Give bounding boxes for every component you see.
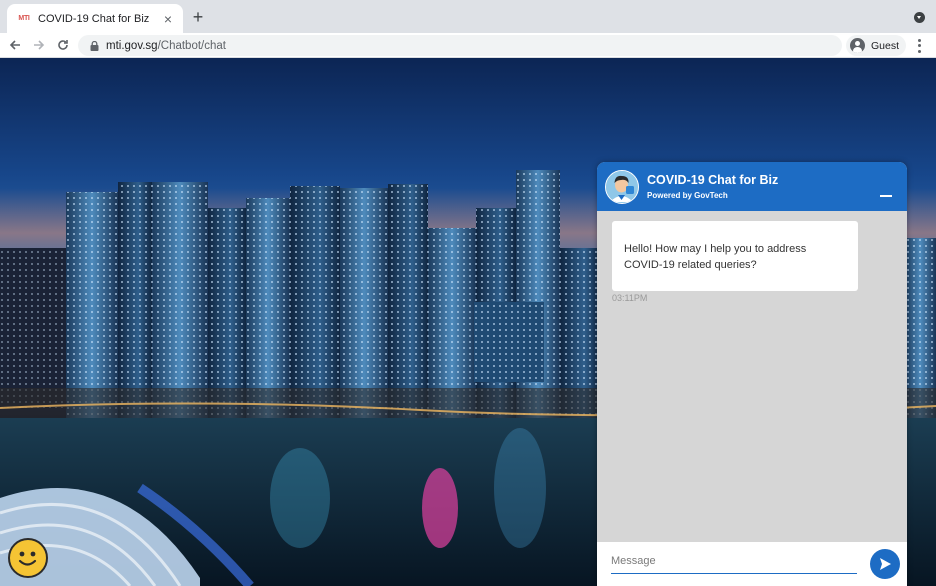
reload-icon[interactable] bbox=[54, 36, 72, 54]
tab-strip: MTI COVID-19 Chat for Biz × + bbox=[0, 0, 936, 33]
bot-message-line: COVID-19 related queries? bbox=[624, 259, 757, 271]
chat-subtitle: Powered by GovTech bbox=[647, 191, 728, 200]
bot-message-line: Hello! How may I help you to address bbox=[624, 243, 807, 255]
profile-label: Guest bbox=[871, 39, 900, 52]
kebab-menu-icon[interactable] bbox=[914, 38, 924, 54]
send-icon bbox=[880, 558, 891, 570]
address-bar[interactable]: mti.gov.sg/Chatbot/chat bbox=[78, 35, 842, 56]
tab-title: COVID-19 Chat for Biz bbox=[38, 12, 150, 25]
send-button[interactable] bbox=[870, 549, 900, 579]
chat-widget: COVID-19 Chat for Biz Powered by GovTech… bbox=[597, 162, 907, 586]
chat-header: COVID-19 Chat for Biz Powered by GovTech bbox=[597, 162, 907, 211]
bot-avatar-icon bbox=[605, 169, 639, 204]
minimize-icon[interactable] bbox=[880, 195, 892, 197]
message-input[interactable] bbox=[611, 548, 857, 574]
browser-tab[interactable]: MTI COVID-19 Chat for Biz × bbox=[7, 4, 183, 33]
chat-input-bar bbox=[597, 542, 907, 586]
favicon-icon: MTI bbox=[18, 15, 30, 22]
tab-search-icon[interactable] bbox=[914, 12, 925, 23]
url-domain: mti.gov.sg bbox=[106, 39, 158, 52]
close-icon[interactable]: × bbox=[161, 12, 175, 26]
chat-titles: COVID-19 Chat for Biz Powered by GovTech bbox=[647, 173, 778, 200]
browser-toolbar: mti.gov.sg/Chatbot/chat Guest bbox=[0, 33, 936, 58]
forward-arrow-icon[interactable] bbox=[30, 36, 48, 54]
lock-icon bbox=[88, 40, 100, 52]
url-path: /Chatbot/chat bbox=[157, 39, 226, 52]
profile-button[interactable]: Guest bbox=[846, 35, 906, 56]
guest-avatar-icon bbox=[850, 38, 865, 53]
bot-message-bubble: Hello! How may I help you to address COV… bbox=[612, 221, 858, 291]
feedback-smiley-icon[interactable] bbox=[8, 538, 48, 578]
message-timestamp: 03:11PM bbox=[612, 293, 648, 303]
plus-icon[interactable]: + bbox=[190, 8, 206, 26]
back-arrow-icon[interactable] bbox=[6, 36, 24, 54]
chat-title: COVID-19 Chat for Biz bbox=[647, 173, 779, 187]
